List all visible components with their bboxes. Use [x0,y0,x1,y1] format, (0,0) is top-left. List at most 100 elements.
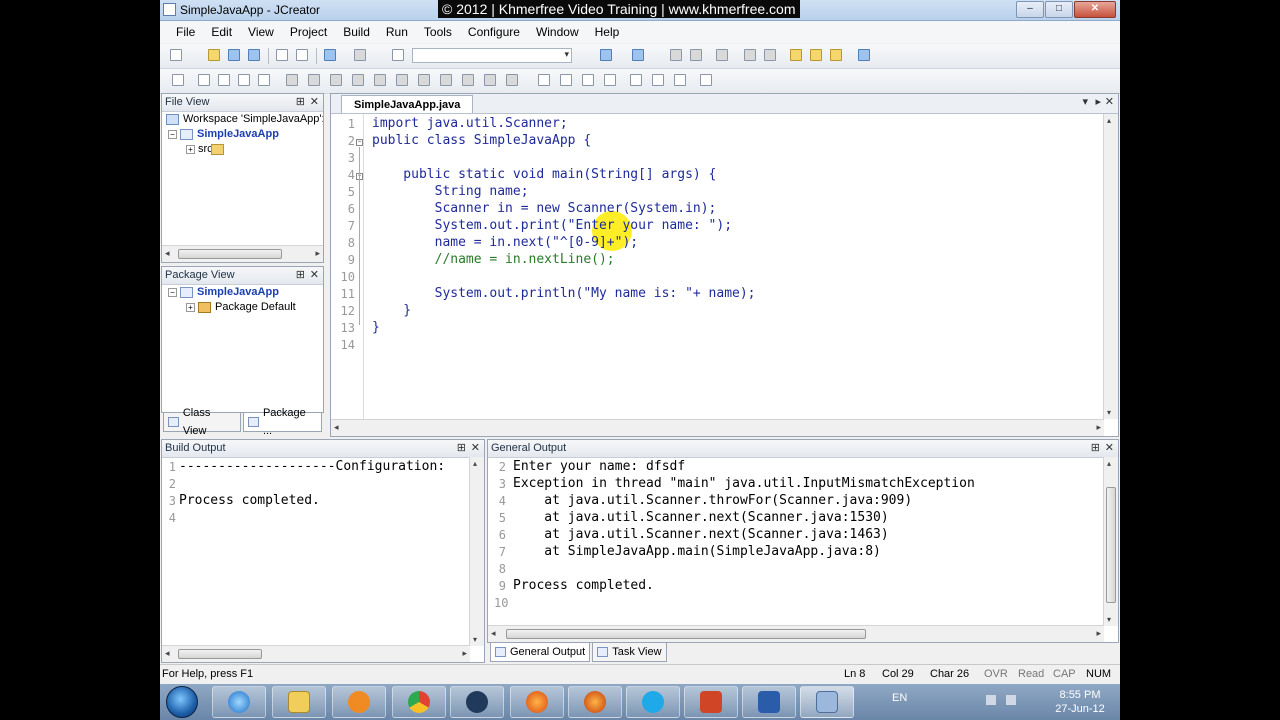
pin-icon[interactable]: ⊞ [1091,441,1100,454]
scroll-right-icon[interactable]: ▸ [1096,628,1101,639]
editor-hscroll[interactable]: ◂ ▸ [331,419,1104,436]
wrench10-icon[interactable] [484,74,496,86]
app-icon[interactable] [163,3,176,16]
scroll-up-icon[interactable]: ▴ [1107,116,1111,125]
taskbar-ie[interactable] [212,686,266,718]
sort-icon[interactable] [700,74,712,86]
build-icon[interactable] [690,49,702,61]
wrench5-icon[interactable] [374,74,386,86]
menu-configure[interactable]: Configure [468,25,520,39]
taskbar-netbeans[interactable] [450,686,504,718]
run-icon[interactable] [600,49,612,61]
window3-icon[interactable] [830,49,842,61]
taskbar-word[interactable] [742,686,796,718]
fold-minus-icon[interactable]: − [356,139,363,146]
scroll-left-icon[interactable]: ◂ [165,248,170,259]
taskbar-firefox[interactable] [510,686,564,718]
maximize-button[interactable]: □ [1045,1,1073,18]
paste-icon[interactable] [296,49,308,61]
close-icon[interactable]: ✕ [310,95,319,108]
scroll-thumb[interactable] [1106,487,1116,603]
tab-package-view[interactable]: Package ... [243,407,322,437]
open-folder-icon[interactable] [208,49,220,61]
wrench4-icon[interactable] [352,74,364,86]
outdent-icon[interactable] [652,74,664,86]
uncomment-icon[interactable] [560,74,572,86]
editor-vscroll[interactable]: ▴ ▾ [1103,114,1118,419]
pin-icon[interactable]: ⊞ [457,441,466,454]
menu-run[interactable]: Run [386,25,408,39]
taskbar-powerpoint[interactable] [684,686,738,718]
cut-icon[interactable] [276,49,288,61]
step-icon[interactable] [632,49,644,61]
menu-project[interactable]: Project [290,25,327,39]
taskbar-jcreator[interactable] [800,686,854,718]
code-editor[interactable]: SimpleJavaApp.java ▾ ▸ ✕ 1 2 3 4 5 6 7 8… [330,93,1119,437]
close-icon[interactable]: ✕ [471,441,480,454]
tab-class-view[interactable]: Class View [163,407,242,437]
menu-window[interactable]: Window [536,25,579,39]
tree-src[interactable]: + src [186,143,224,155]
menu-file[interactable]: File [176,25,195,39]
toggle-icon[interactable] [172,74,184,86]
bookmark-clear-icon[interactable] [258,74,270,86]
wrench9-icon[interactable] [462,74,474,86]
tree-project[interactable]: − SimpleJavaApp [168,286,279,298]
file-view-hscroll[interactable]: ◂ ▸ [162,245,323,262]
format-icon[interactable] [604,74,616,86]
scroll-down-icon[interactable]: ▾ [473,635,477,644]
tree-workspace[interactable]: Workspace 'SimpleJavaApp': 1 [166,113,323,125]
collapse-icon[interactable]: − [168,129,177,139]
expand-icon[interactable]: + [186,144,195,154]
code-area[interactable]: import java.util.Scanner; public class S… [364,114,1104,419]
scroll-right-icon[interactable]: ▸ [462,648,467,659]
help-icon[interactable] [858,49,870,61]
close-icon[interactable]: ✕ [1105,441,1114,454]
tab-simplejavaapp-java[interactable]: SimpleJavaApp.java [341,95,474,113]
tab-general-output[interactable]: General Output [490,643,591,662]
taskbar-skype[interactable] [626,686,680,718]
minimize-button[interactable]: – [1016,1,1044,18]
scroll-down-icon[interactable]: ▾ [1107,408,1111,417]
general-output-vscroll[interactable]: ▴ ▾ [1103,457,1118,626]
bookmark-icon[interactable] [198,74,210,86]
tab-task-view[interactable]: Task View [592,643,667,662]
wrench6-icon[interactable] [396,74,408,86]
close-tab-icon[interactable]: ✕ [1105,95,1114,108]
scroll-thumb[interactable] [178,649,262,659]
find-combo[interactable] [412,48,572,63]
save-icon[interactable] [228,49,240,61]
language-indicator[interactable]: EN [892,692,907,704]
scroll-left-icon[interactable]: ◂ [491,628,496,639]
scroll-down-icon[interactable]: ▾ [1107,615,1111,624]
taskbar-firefox2[interactable] [568,686,622,718]
indent-icon[interactable] [630,74,642,86]
scroll-right-icon[interactable]: ▸ [315,248,320,259]
redo-icon[interactable] [354,49,366,61]
wrench2-icon[interactable] [308,74,320,86]
window2-icon[interactable] [810,49,822,61]
undo-icon[interactable] [324,49,336,61]
scroll-right-icon[interactable]: ▸ [1096,422,1101,433]
tree-package[interactable]: + Package Default [186,301,296,313]
save-all-icon[interactable] [248,49,260,61]
new-file-icon[interactable] [170,49,182,61]
menu-edit[interactable]: Edit [211,25,232,39]
wrench8-icon[interactable] [440,74,452,86]
taskbar-explorer[interactable] [272,686,326,718]
collapse-icon[interactable]: − [168,287,177,297]
scroll-left-icon[interactable]: ◂ [165,648,170,659]
clock[interactable]: 8:55 PM 27-Jun-12 [1050,688,1110,716]
back-icon[interactable] [744,49,756,61]
compile-icon[interactable] [670,49,682,61]
wrench11-icon[interactable] [506,74,518,86]
scroll-up-icon[interactable]: ▴ [1107,459,1111,468]
tab-list-icon[interactable]: ▾ [1082,95,1088,108]
bookmark-next-icon[interactable] [218,74,230,86]
wrench-icon[interactable] [286,74,298,86]
build-output-vscroll[interactable]: ▴ ▾ [469,457,484,646]
forward-icon[interactable] [764,49,776,61]
wrench3-icon[interactable] [330,74,342,86]
scroll-left-icon[interactable]: ◂ [334,422,339,433]
taskbar-media[interactable] [332,686,386,718]
